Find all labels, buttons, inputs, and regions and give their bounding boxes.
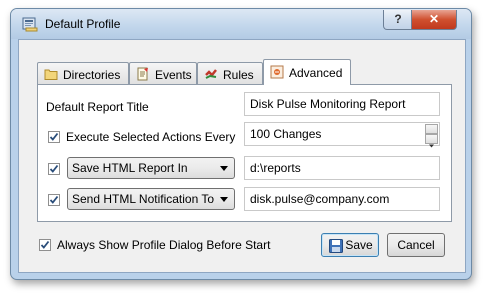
- report-title-field[interactable]: Disk Pulse Monitoring Report: [244, 92, 440, 116]
- save-report-combo[interactable]: Save HTML Report In: [67, 157, 235, 179]
- checkmark-icon: [40, 240, 50, 249]
- save-button[interactable]: Save: [321, 233, 379, 257]
- execute-interval-value: 100 Changes: [250, 127, 322, 141]
- notify-option: Send HTML Notification To: [72, 192, 215, 206]
- title-bar[interactable]: Default Profile ? ✕: [11, 9, 471, 39]
- execute-label: Execute Selected Actions Every: [66, 130, 236, 144]
- report-title-label: Default Report Title: [46, 100, 149, 114]
- checkmark-icon: [49, 195, 59, 204]
- save-icon: [329, 239, 343, 253]
- tab-label: Directories: [63, 68, 121, 82]
- advanced-panel: Default Report Title Disk Pulse Monitori…: [37, 84, 452, 222]
- always-show-checkbox[interactable]: [39, 239, 51, 251]
- notify-checkbox[interactable]: [48, 194, 60, 206]
- execute-interval-field[interactable]: 100 Changes: [244, 122, 440, 148]
- arrow-down-icon: [429, 144, 434, 148]
- checkmark-icon: [49, 132, 59, 141]
- interval-spinner[interactable]: [425, 124, 438, 148]
- chevron-down-icon: [220, 166, 228, 171]
- profile-dialog: Default Profile ? ✕ Directories Events R…: [10, 8, 472, 280]
- help-button[interactable]: ?: [383, 10, 413, 30]
- cancel-button[interactable]: Cancel: [387, 233, 445, 257]
- tab-label: Rules: [223, 68, 254, 82]
- tab-directories[interactable]: Directories: [37, 62, 129, 84]
- folder-icon: [44, 69, 58, 80]
- rules-icon: [205, 69, 217, 79]
- events-icon: [137, 67, 148, 81]
- chevron-down-icon: [220, 197, 228, 202]
- save-report-option: Save HTML Report In: [72, 161, 188, 175]
- notify-email-field[interactable]: disk.pulse@company.com: [244, 187, 440, 211]
- tab-events[interactable]: Events: [129, 62, 197, 84]
- advanced-icon: [270, 65, 284, 79]
- tab-rules[interactable]: Rules: [197, 62, 263, 84]
- tab-label: Advanced: [289, 66, 343, 80]
- save-report-checkbox[interactable]: [48, 163, 60, 175]
- close-button[interactable]: ✕: [411, 10, 457, 30]
- profile-icon: [22, 17, 38, 32]
- checkmark-icon: [49, 164, 59, 173]
- spin-up-button[interactable]: [425, 124, 438, 138]
- tab-advanced[interactable]: Advanced: [263, 59, 351, 85]
- spin-down-button[interactable]: [425, 134, 438, 148]
- execute-checkbox[interactable]: [48, 131, 60, 143]
- report-path-field[interactable]: d:\reports: [244, 156, 440, 180]
- always-show-label: Always Show Profile Dialog Before Start: [57, 238, 271, 252]
- tab-label: Events: [155, 68, 192, 82]
- window-title: Default Profile: [45, 17, 121, 31]
- dialog-body: Directories Events Rules Advanced Defaul…: [18, 39, 466, 273]
- notify-combo[interactable]: Send HTML Notification To: [67, 188, 235, 210]
